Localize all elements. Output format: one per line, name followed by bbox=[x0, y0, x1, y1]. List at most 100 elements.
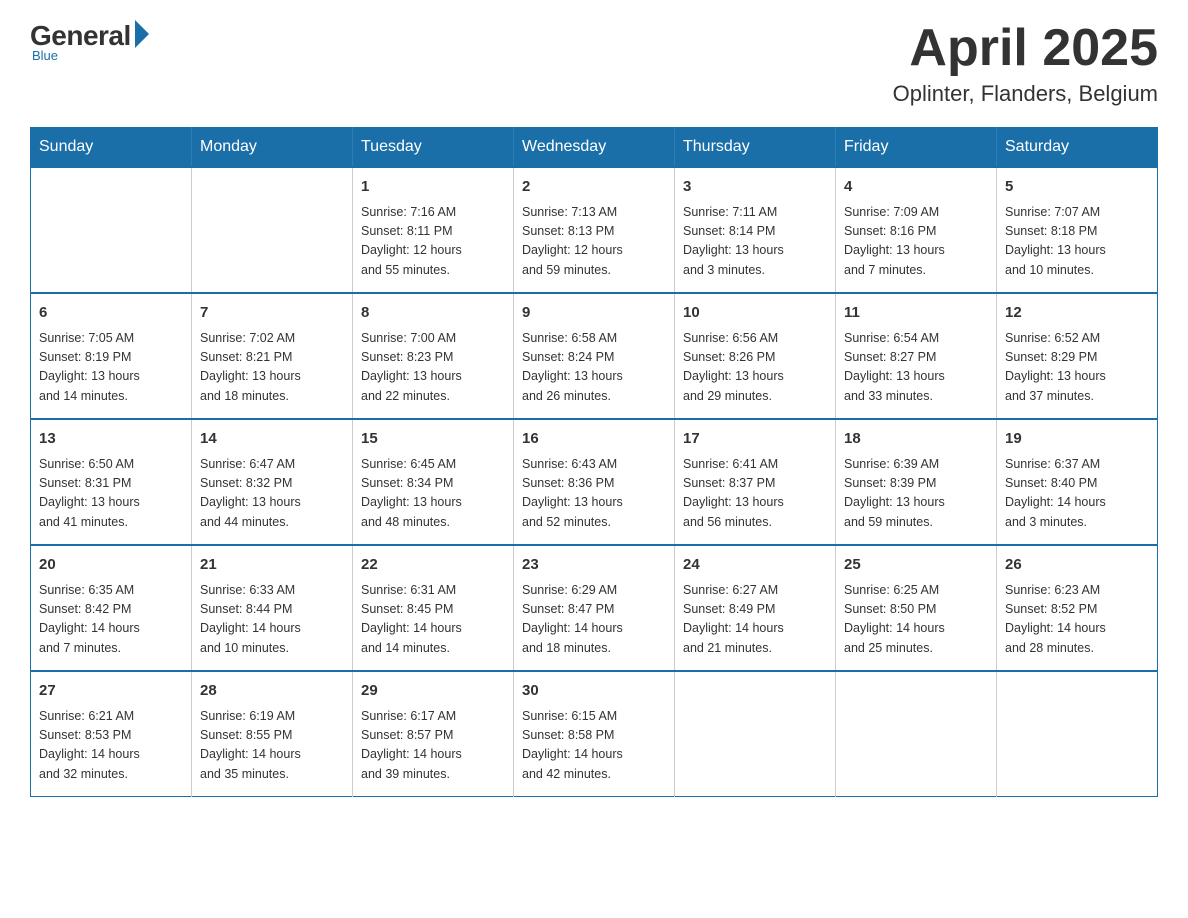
calendar-cell: 8 Sunrise: 7:00 AM Sunset: 8:23 PM Daylig… bbox=[353, 293, 514, 419]
calendar-week-row: 27 Sunrise: 6:21 AM Sunset: 8:53 PM Dayli… bbox=[31, 671, 1158, 797]
calendar-cell: 30Sunrise: 6:15 AM Sunset: 8:58 PM Dayli… bbox=[514, 671, 675, 797]
day-number: 28 bbox=[200, 680, 344, 703]
calendar-cell: 22 Sunrise: 6:31 AM Sunset: 8:45 PM Dayli… bbox=[353, 545, 514, 671]
calendar-table: SundayMondayTuesdayWednesdayThursdayFrid… bbox=[30, 127, 1158, 797]
calendar-cell: 14 Sunrise: 6:47 AM Sunset: 8:32 PM Dayli… bbox=[192, 419, 353, 545]
weekday-header-friday: Friday bbox=[836, 128, 997, 168]
day-number: 29 bbox=[361, 680, 505, 703]
calendar-cell: 16 Sunrise: 6:43 AM Sunset: 8:36 PM Dayli… bbox=[514, 419, 675, 545]
day-number: 16 bbox=[522, 428, 666, 451]
calendar-cell: 25 Sunrise: 6:25 AM Sunset: 8:50 PM Dayli… bbox=[836, 545, 997, 671]
calendar-cell bbox=[997, 671, 1158, 797]
day-number: 11 bbox=[844, 302, 988, 325]
month-title: April 2025 bbox=[893, 20, 1158, 77]
day-number: 21 bbox=[200, 554, 344, 577]
logo-blue-text: Blue bbox=[32, 48, 58, 63]
day-info: Sunrise: 7:00 AM Sunset: 8:23 PM Dayligh… bbox=[361, 329, 505, 407]
day-number: 5 bbox=[1005, 176, 1149, 199]
day-info: Sunrise: 6:50 AM Sunset: 8:31 PM Dayligh… bbox=[39, 455, 183, 533]
calendar-body: 1Sunrise: 7:16 AM Sunset: 8:11 PM Daylig… bbox=[31, 167, 1158, 797]
calendar-cell: 26Sunrise: 6:23 AM Sunset: 8:52 PM Dayli… bbox=[997, 545, 1158, 671]
weekday-header-saturday: Saturday bbox=[997, 128, 1158, 168]
day-info: Sunrise: 6:21 AM Sunset: 8:53 PM Dayligh… bbox=[39, 707, 183, 785]
calendar-cell: 24 Sunrise: 6:27 AM Sunset: 8:49 PM Dayli… bbox=[675, 545, 836, 671]
day-info: Sunrise: 6:43 AM Sunset: 8:36 PM Dayligh… bbox=[522, 455, 666, 533]
day-info: Sunrise: 7:16 AM Sunset: 8:11 PM Dayligh… bbox=[361, 203, 505, 281]
calendar-week-row: 6 Sunrise: 7:05 AM Sunset: 8:19 PM Daylig… bbox=[31, 293, 1158, 419]
day-info: Sunrise: 6:58 AM Sunset: 8:24 PM Dayligh… bbox=[522, 329, 666, 407]
day-number: 13 bbox=[39, 428, 183, 451]
location-title: Oplinter, Flanders, Belgium bbox=[893, 81, 1158, 107]
day-info: Sunrise: 6:15 AM Sunset: 8:58 PM Dayligh… bbox=[522, 707, 666, 785]
calendar-cell: 15Sunrise: 6:45 AM Sunset: 8:34 PM Dayli… bbox=[353, 419, 514, 545]
day-info: Sunrise: 6:35 AM Sunset: 8:42 PM Dayligh… bbox=[39, 581, 183, 659]
day-info: Sunrise: 7:13 AM Sunset: 8:13 PM Dayligh… bbox=[522, 203, 666, 281]
day-info: Sunrise: 6:19 AM Sunset: 8:55 PM Dayligh… bbox=[200, 707, 344, 785]
calendar-cell bbox=[675, 671, 836, 797]
calendar-cell: 4Sunrise: 7:09 AM Sunset: 8:16 PM Daylig… bbox=[836, 167, 997, 293]
day-info: Sunrise: 6:29 AM Sunset: 8:47 PM Dayligh… bbox=[522, 581, 666, 659]
day-info: Sunrise: 7:05 AM Sunset: 8:19 PM Dayligh… bbox=[39, 329, 183, 407]
day-info: Sunrise: 6:56 AM Sunset: 8:26 PM Dayligh… bbox=[683, 329, 827, 407]
day-number: 20 bbox=[39, 554, 183, 577]
day-number: 3 bbox=[683, 176, 827, 199]
day-info: Sunrise: 7:07 AM Sunset: 8:18 PM Dayligh… bbox=[1005, 203, 1149, 281]
day-number: 15 bbox=[361, 428, 505, 451]
day-info: Sunrise: 6:52 AM Sunset: 8:29 PM Dayligh… bbox=[1005, 329, 1149, 407]
calendar-cell: 19Sunrise: 6:37 AM Sunset: 8:40 PM Dayli… bbox=[997, 419, 1158, 545]
title-section: April 2025 Oplinter, Flanders, Belgium bbox=[893, 20, 1158, 107]
day-info: Sunrise: 6:47 AM Sunset: 8:32 PM Dayligh… bbox=[200, 455, 344, 533]
day-info: Sunrise: 6:37 AM Sunset: 8:40 PM Dayligh… bbox=[1005, 455, 1149, 533]
calendar-cell bbox=[836, 671, 997, 797]
calendar-cell: 21 Sunrise: 6:33 AM Sunset: 8:44 PM Dayli… bbox=[192, 545, 353, 671]
day-info: Sunrise: 6:31 AM Sunset: 8:45 PM Dayligh… bbox=[361, 581, 505, 659]
day-info: Sunrise: 6:27 AM Sunset: 8:49 PM Dayligh… bbox=[683, 581, 827, 659]
day-number: 17 bbox=[683, 428, 827, 451]
day-number: 27 bbox=[39, 680, 183, 703]
day-number: 14 bbox=[200, 428, 344, 451]
calendar-cell: 29 Sunrise: 6:17 AM Sunset: 8:57 PM Dayli… bbox=[353, 671, 514, 797]
day-info: Sunrise: 6:33 AM Sunset: 8:44 PM Dayligh… bbox=[200, 581, 344, 659]
day-info: Sunrise: 6:39 AM Sunset: 8:39 PM Dayligh… bbox=[844, 455, 988, 533]
page-header: General Blue April 2025 Oplinter, Flande… bbox=[30, 20, 1158, 107]
day-number: 23 bbox=[522, 554, 666, 577]
day-number: 6 bbox=[39, 302, 183, 325]
calendar-cell: 2 Sunrise: 7:13 AM Sunset: 8:13 PM Daylig… bbox=[514, 167, 675, 293]
calendar-cell: 7Sunrise: 7:02 AM Sunset: 8:21 PM Daylig… bbox=[192, 293, 353, 419]
day-number: 8 bbox=[361, 302, 505, 325]
day-info: Sunrise: 6:17 AM Sunset: 8:57 PM Dayligh… bbox=[361, 707, 505, 785]
weekday-header-tuesday: Tuesday bbox=[353, 128, 514, 168]
calendar-cell: 18 Sunrise: 6:39 AM Sunset: 8:39 PM Dayli… bbox=[836, 419, 997, 545]
calendar-cell: 9 Sunrise: 6:58 AM Sunset: 8:24 PM Daylig… bbox=[514, 293, 675, 419]
day-number: 25 bbox=[844, 554, 988, 577]
day-number: 10 bbox=[683, 302, 827, 325]
calendar-cell: 6 Sunrise: 7:05 AM Sunset: 8:19 PM Daylig… bbox=[31, 293, 192, 419]
weekday-header-sunday: Sunday bbox=[31, 128, 192, 168]
day-number: 22 bbox=[361, 554, 505, 577]
day-info: Sunrise: 6:54 AM Sunset: 8:27 PM Dayligh… bbox=[844, 329, 988, 407]
day-info: Sunrise: 6:23 AM Sunset: 8:52 PM Dayligh… bbox=[1005, 581, 1149, 659]
calendar-cell: 20 Sunrise: 6:35 AM Sunset: 8:42 PM Dayli… bbox=[31, 545, 192, 671]
calendar-cell: 11 Sunrise: 6:54 AM Sunset: 8:27 PM Dayli… bbox=[836, 293, 997, 419]
weekday-header-row: SundayMondayTuesdayWednesdayThursdayFrid… bbox=[31, 128, 1158, 168]
calendar-cell bbox=[31, 167, 192, 293]
day-number: 12 bbox=[1005, 302, 1149, 325]
day-number: 9 bbox=[522, 302, 666, 325]
calendar-cell: 13 Sunrise: 6:50 AM Sunset: 8:31 PM Dayli… bbox=[31, 419, 192, 545]
calendar-cell: 12 Sunrise: 6:52 AM Sunset: 8:29 PM Dayli… bbox=[997, 293, 1158, 419]
day-number: 18 bbox=[844, 428, 988, 451]
day-info: Sunrise: 7:09 AM Sunset: 8:16 PM Dayligh… bbox=[844, 203, 988, 281]
day-info: Sunrise: 6:25 AM Sunset: 8:50 PM Dayligh… bbox=[844, 581, 988, 659]
weekday-header-monday: Monday bbox=[192, 128, 353, 168]
calendar-cell bbox=[192, 167, 353, 293]
calendar-week-row: 1Sunrise: 7:16 AM Sunset: 8:11 PM Daylig… bbox=[31, 167, 1158, 293]
day-number: 24 bbox=[683, 554, 827, 577]
day-info: Sunrise: 7:11 AM Sunset: 8:14 PM Dayligh… bbox=[683, 203, 827, 281]
weekday-header-thursday: Thursday bbox=[675, 128, 836, 168]
calendar-cell: 28 Sunrise: 6:19 AM Sunset: 8:55 PM Dayli… bbox=[192, 671, 353, 797]
calendar-cell: 1Sunrise: 7:16 AM Sunset: 8:11 PM Daylig… bbox=[353, 167, 514, 293]
calendar-cell: 27 Sunrise: 6:21 AM Sunset: 8:53 PM Dayli… bbox=[31, 671, 192, 797]
calendar-cell: 10 Sunrise: 6:56 AM Sunset: 8:26 PM Dayli… bbox=[675, 293, 836, 419]
day-number: 7 bbox=[200, 302, 344, 325]
day-number: 2 bbox=[522, 176, 666, 199]
